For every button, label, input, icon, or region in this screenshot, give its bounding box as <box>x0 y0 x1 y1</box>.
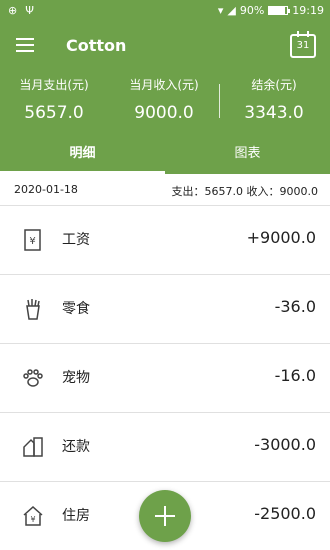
income-value: 9000.0 <box>134 103 194 123</box>
list-item[interactable]: 还款 -3000.0 <box>0 413 330 482</box>
summary-divider <box>219 84 220 118</box>
menu-icon[interactable] <box>16 38 34 52</box>
list-item[interactable]: 宠物 -16.0 <box>0 344 330 413</box>
list-item[interactable]: 零食 -36.0 <box>0 275 330 344</box>
record-amount: -3000.0 <box>254 435 316 454</box>
record-label: 住房 <box>62 508 90 524</box>
record-label: 还款 <box>62 439 90 455</box>
battery-percent: 90% <box>239 4 265 17</box>
repayment-icon <box>23 437 43 457</box>
app-title: Cotton <box>66 36 127 55</box>
status-bar: ⊕ Ψ ▾ ◢ 90% 19:19 <box>0 0 330 22</box>
expense-value: 5657.0 <box>24 103 84 123</box>
add-record-button[interactable] <box>139 490 191 542</box>
calendar-icon[interactable]: 31 <box>290 31 316 58</box>
svg-text:¥: ¥ <box>30 515 35 524</box>
record-amount: -36.0 <box>274 297 316 316</box>
wifi-icon: ▾ <box>217 4 224 17</box>
usb-icon: Ψ <box>25 4 34 17</box>
income-label: 当月收入(元) <box>129 78 199 92</box>
record-amount: -2500.0 <box>254 504 316 523</box>
day-header: 2020-01-18 支出：5657.0 收入：9000.0 <box>0 174 330 206</box>
pet-paw-icon <box>23 369 43 387</box>
income-summary: 当月收入(元) 9000.0 <box>124 76 204 123</box>
tab-details[interactable]: 明细 <box>0 140 165 174</box>
record-label: 宠物 <box>62 370 90 386</box>
day-date: 2020-01-18 <box>14 183 78 196</box>
snacks-icon <box>26 299 40 320</box>
monthly-summary: 当月支出(元) 5657.0 当月收入(元) 9000.0 结余(元) 3343… <box>0 76 330 132</box>
battery-icon <box>268 6 291 15</box>
balance-summary: 结余(元) 3343.0 <box>234 76 314 123</box>
app-header: ⊕ Ψ ▾ ◢ 90% 19:19 Cotton 31 当月支出(元) 5657… <box>0 0 330 174</box>
app-notification-icon: ⊕ <box>8 4 18 17</box>
signal-icon: ◢ <box>227 4 236 17</box>
record-amount: -16.0 <box>274 366 316 385</box>
record-amount: +9000.0 <box>246 228 316 247</box>
balance-value: 3343.0 <box>244 103 304 123</box>
housing-icon: ¥ <box>23 505 43 526</box>
battery-level <box>269 7 286 14</box>
list-item[interactable]: ¥ 工资 +9000.0 <box>0 206 330 275</box>
plus-icon-vertical <box>164 506 166 526</box>
day-totals: 支出：5657.0 收入：9000.0 <box>171 185 318 198</box>
tab-charts[interactable]: 图表 <box>165 140 330 174</box>
svg-text:¥: ¥ <box>29 236 35 247</box>
tab-bar: 明细 图表 <box>0 140 330 174</box>
expense-label: 当月支出(元) <box>19 78 89 92</box>
expense-summary: 当月支出(元) 5657.0 <box>14 76 94 123</box>
balance-label: 结余(元) <box>251 78 297 92</box>
record-label: 工资 <box>62 232 90 248</box>
salary-icon: ¥ <box>24 229 41 251</box>
toolbar: Cotton 31 <box>0 22 330 70</box>
record-label: 零食 <box>62 301 90 317</box>
status-time: 19:19 <box>292 4 324 17</box>
